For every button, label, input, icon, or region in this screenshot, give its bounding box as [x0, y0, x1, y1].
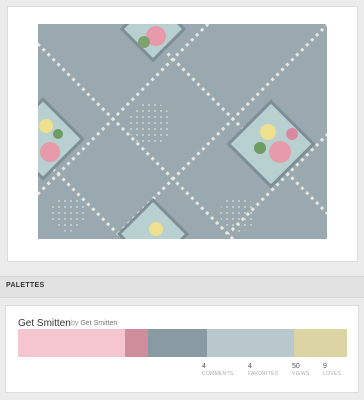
- stat-favorites-label: FAVORITES: [248, 371, 279, 377]
- color-swatch[interactable]: [294, 329, 347, 357]
- palette-name[interactable]: Get Smitten: [18, 318, 71, 329]
- stat-loves: 9 LOVES: [323, 363, 341, 377]
- floral-pattern-graphic: [38, 24, 327, 239]
- color-swatch[interactable]: [147, 329, 208, 357]
- color-swatch[interactable]: [124, 329, 148, 357]
- pattern-image[interactable]: [38, 24, 327, 239]
- stat-favorites-value: 4: [248, 363, 252, 370]
- stat-views-label: VIEWS: [292, 371, 310, 377]
- stat-views: 50 VIEWS: [292, 363, 310, 377]
- stat-favorites: 4 FAVORITES: [248, 363, 278, 377]
- palette-author-link[interactable]: Get Smitten: [80, 320, 117, 327]
- byline-prefix: by: [71, 320, 79, 327]
- color-swatch[interactable]: [207, 329, 295, 357]
- color-swatches[interactable]: [18, 329, 347, 357]
- stat-comments-value: 4: [202, 363, 206, 370]
- palette-card[interactable]: Get Smitten by Get Smitten 4 COMMENTS 4 …: [5, 305, 359, 393]
- stat-comments-label: COMMENTS: [202, 371, 234, 377]
- color-swatch[interactable]: [18, 329, 125, 357]
- stat-comments: 4 COMMENTS: [202, 363, 234, 377]
- stat-loves-label: LOVES: [323, 371, 342, 377]
- pattern-image-panel: [7, 6, 358, 262]
- palette-byline: by Get Smitten: [71, 320, 117, 327]
- stat-loves-value: 9: [323, 363, 327, 370]
- stat-views-value: 50: [292, 363, 300, 370]
- palettes-title: PALETTES: [6, 282, 45, 289]
- palettes-section-header: PALETTES: [0, 276, 364, 298]
